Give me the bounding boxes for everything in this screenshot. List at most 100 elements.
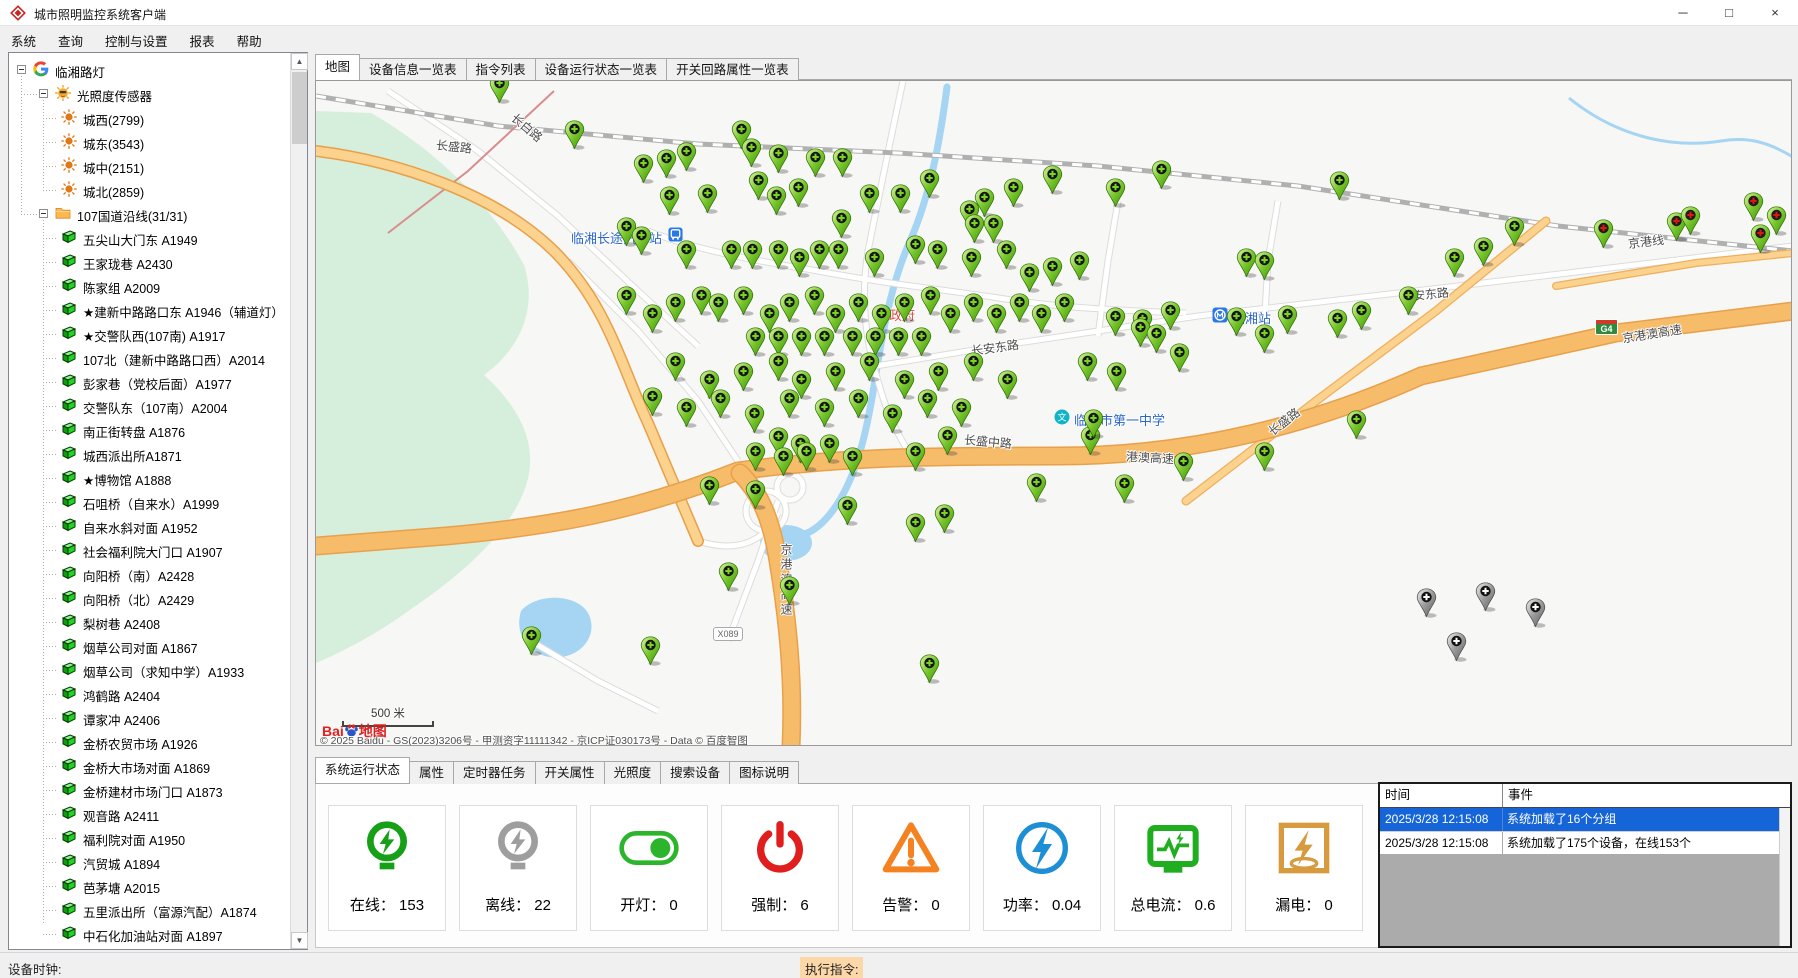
map-pin-online[interactable] — [745, 327, 766, 357]
map-pin-forced[interactable] — [1593, 219, 1614, 249]
map-pin-online[interactable] — [804, 286, 825, 316]
map-pin-online[interactable] — [521, 626, 542, 656]
menu-item-1[interactable]: 查询 — [47, 27, 94, 54]
map-pin-offline[interactable] — [1475, 582, 1496, 612]
tree-item[interactable]: 汽贸城 A1894 — [9, 850, 290, 874]
map-pin-online[interactable] — [809, 240, 830, 270]
tree-item[interactable]: 烟草公司（求知中学）A1933 — [9, 658, 290, 682]
map-pin-online[interactable] — [937, 426, 958, 456]
tree-item[interactable]: 南正街转盘 A1876 — [9, 418, 290, 442]
tree-group[interactable]: 107国道沿线(31/31) — [9, 202, 290, 226]
map-pin-online[interactable] — [1254, 324, 1275, 354]
map-pin-online[interactable] — [1169, 343, 1190, 373]
map-pin-online[interactable] — [744, 404, 765, 434]
map-pin-online[interactable] — [616, 286, 637, 316]
map-pin-forced[interactable] — [1766, 206, 1787, 236]
map-tab-1[interactable]: 设备信息一览表 — [359, 58, 467, 82]
tree-root[interactable]: 临湘路灯 — [9, 58, 290, 82]
map-pin-online[interactable] — [1003, 178, 1024, 208]
tree-group[interactable]: 光照度传感器 — [9, 82, 290, 106]
map-pin-online[interactable] — [1504, 217, 1525, 247]
map-pin-online[interactable] — [779, 576, 800, 606]
map-pin-online[interactable] — [831, 209, 852, 239]
map-pin-online[interactable] — [1042, 257, 1063, 287]
map-pin-online[interactable] — [788, 178, 809, 208]
map-pin-online[interactable] — [890, 184, 911, 214]
map-tab-2[interactable]: 指令列表 — [466, 58, 536, 82]
map-pin-online[interactable] — [963, 352, 984, 382]
map-pin-online[interactable] — [796, 442, 817, 472]
map-pin-online[interactable] — [882, 404, 903, 434]
map-pin-online[interactable] — [1351, 301, 1372, 331]
map-pin-online[interactable] — [1031, 304, 1052, 334]
map-pin-online[interactable] — [997, 370, 1018, 400]
map-pin-online[interactable] — [928, 362, 949, 392]
map-pin-online[interactable] — [1226, 307, 1247, 337]
map-pin-online[interactable] — [814, 327, 835, 357]
tree-item[interactable]: 鸿鹤路 A2404 — [9, 682, 290, 706]
tree-item[interactable]: 交警队东（107南）A2004 — [9, 394, 290, 418]
map-pin-online[interactable] — [766, 186, 787, 216]
map-pin-online[interactable] — [791, 327, 812, 357]
map-pin-online[interactable] — [676, 240, 697, 270]
map-pin-online[interactable] — [894, 293, 915, 323]
tree-item[interactable]: 梨树巷 A2408 — [9, 610, 290, 634]
tree-item[interactable]: 金桥大市场对面 A1869 — [9, 754, 290, 778]
tree-item[interactable]: 芭茅塘 A2015 — [9, 874, 290, 898]
map-pin-online[interactable] — [1398, 286, 1419, 316]
map-pin-online[interactable] — [676, 398, 697, 428]
tree-item[interactable]: 城西(2799) — [9, 106, 290, 130]
map-pin-online[interactable] — [721, 240, 742, 270]
tree-item[interactable]: 彭家巷（党校后面）A1977 — [9, 370, 290, 394]
tree-expander-icon[interactable] — [17, 65, 26, 74]
menu-item-3[interactable]: 报表 — [179, 27, 226, 54]
map-pin-online[interactable] — [920, 286, 941, 316]
map-pin-online[interactable] — [665, 293, 686, 323]
tree-item[interactable]: 谭家冲 A2406 — [9, 706, 290, 730]
map-pin-online[interactable] — [905, 442, 926, 472]
map-pin-online[interactable] — [773, 447, 794, 477]
tree-item[interactable]: ★交警队西(107南) A1917 — [9, 322, 290, 346]
map-pin-online[interactable] — [656, 149, 677, 179]
map-pin-online[interactable] — [1106, 362, 1127, 392]
map-pin-offline[interactable] — [1416, 588, 1437, 618]
tree-item[interactable]: 城西派出所A1871 — [9, 442, 290, 466]
map-pin-forced[interactable] — [1680, 206, 1701, 236]
tree-item[interactable]: 金桥农贸市场 A1926 — [9, 730, 290, 754]
tree-item[interactable]: ★建新中路路口东 A1946（辅道灯） — [9, 298, 290, 322]
map-pin-online[interactable] — [1327, 309, 1348, 339]
tree-item[interactable]: 陈家组 A2009 — [9, 274, 290, 298]
map-pin-online[interactable] — [1026, 473, 1047, 503]
maximize-button[interactable]: □ — [1706, 0, 1752, 26]
map-pin-online[interactable] — [986, 304, 1007, 334]
map-pin-forced[interactable] — [1743, 192, 1764, 222]
tree-item[interactable]: 观音路 A2411 — [9, 802, 290, 826]
event-col-time[interactable]: 时间 — [1380, 784, 1502, 808]
map-pin-online[interactable] — [640, 636, 661, 666]
map-pin-online[interactable] — [848, 293, 869, 323]
map-pin-online[interactable] — [489, 80, 510, 104]
map-view[interactable]: 长盛路长白路长安东路长安东路长盛中路长盛路港澳高速京港澳高速京港线京港澳高速市政… — [315, 80, 1792, 746]
map-pin-offline[interactable] — [1525, 598, 1546, 628]
map-pin-online[interactable] — [718, 562, 739, 592]
map-pin-online[interactable] — [919, 169, 940, 199]
tree-item[interactable]: 向阳桥（南）A2428 — [9, 562, 290, 586]
map-pin-online[interactable] — [768, 144, 789, 174]
map-pin-online[interactable] — [779, 389, 800, 419]
map-pin-online[interactable] — [733, 362, 754, 392]
tree-item[interactable]: 城中(2151) — [9, 154, 290, 178]
tree-item[interactable]: 烟草公司对面 A1867 — [9, 634, 290, 658]
map-pin-online[interactable] — [1019, 263, 1040, 293]
map-pin-online[interactable] — [1069, 251, 1090, 281]
map-pin-online[interactable] — [733, 286, 754, 316]
map-pin-online[interactable] — [789, 248, 810, 278]
map-pin-online[interactable] — [1151, 160, 1172, 190]
map-pin-online[interactable] — [642, 304, 663, 334]
map-pin-online[interactable] — [963, 293, 984, 323]
close-button[interactable]: × — [1752, 0, 1798, 26]
map-pin-online[interactable] — [842, 447, 863, 477]
tree-expander-icon[interactable] — [39, 209, 48, 218]
map-pin-online[interactable] — [1346, 410, 1367, 440]
map-pin-online[interactable] — [911, 327, 932, 357]
map-pin-online[interactable] — [710, 389, 731, 419]
